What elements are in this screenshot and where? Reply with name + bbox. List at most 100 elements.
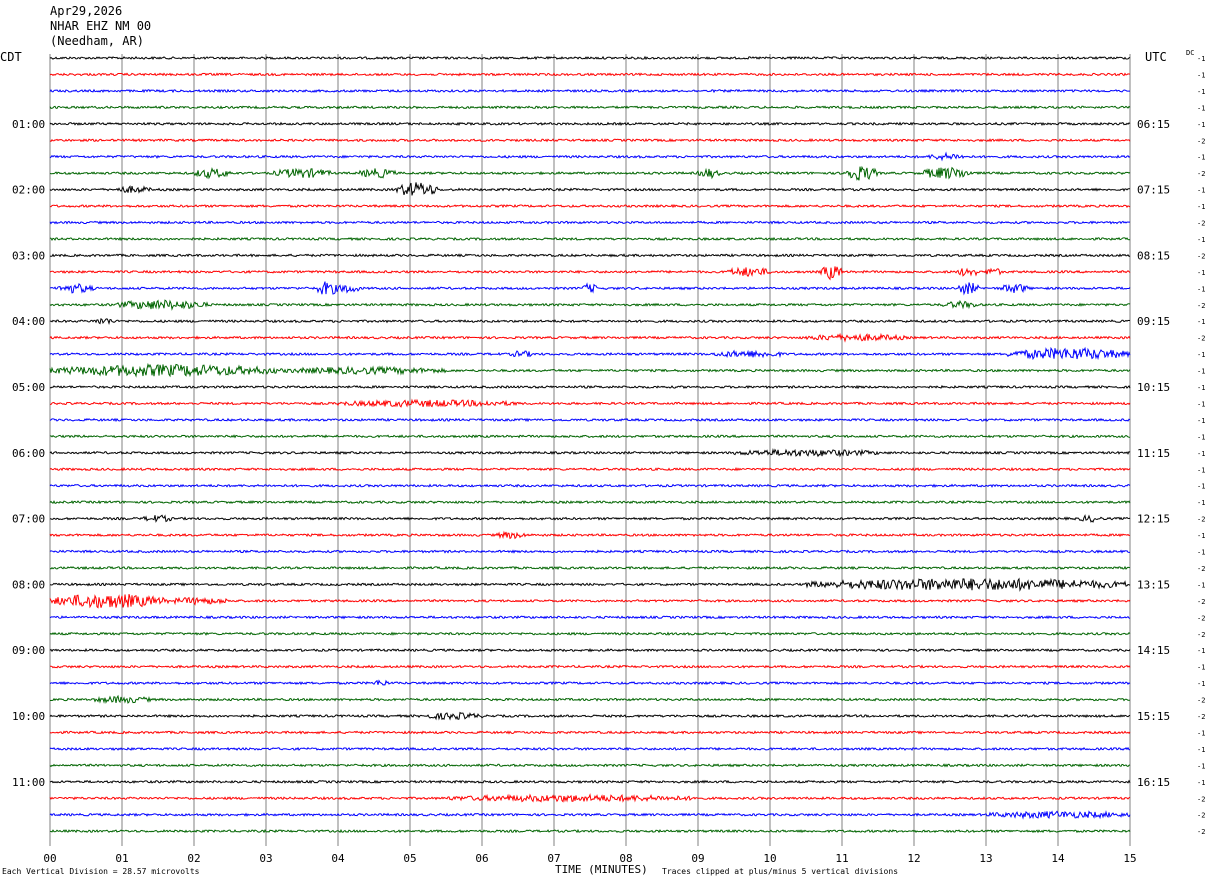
x-tick-label: 15 xyxy=(1123,852,1136,865)
dc-offset-label: -1 xyxy=(1197,269,1205,277)
scale-note: Each Vertical Division = 28.57 microvolt… xyxy=(2,867,200,876)
x-tick-label: 10 xyxy=(763,852,776,865)
dc-offset-label: -2 xyxy=(1197,220,1205,228)
trace-row-39 xyxy=(49,694,1131,704)
left-hour-label: 04:00 xyxy=(12,315,45,328)
trace-row-33 xyxy=(49,594,1131,609)
trace-row-40 xyxy=(49,711,1131,721)
dc-offset-label: -1 xyxy=(1197,581,1205,589)
left-hour-label: 06:00 xyxy=(12,447,45,460)
dc-offset-label: -2 xyxy=(1197,631,1205,639)
trace-row-21 xyxy=(49,398,1131,408)
left-hour-label: 08:00 xyxy=(12,578,45,591)
trace-row-36 xyxy=(49,647,1131,653)
right-hour-label: 08:15 xyxy=(1137,249,1170,262)
trace-row-1 xyxy=(49,72,1131,77)
dc-offset-label: -1 xyxy=(1197,483,1205,491)
right-hour-label: 09:15 xyxy=(1137,315,1170,328)
left-hour-label: 09:00 xyxy=(12,644,45,657)
right-hour-label: 14:15 xyxy=(1137,644,1170,657)
dc-offset-label: -1 xyxy=(1197,762,1205,770)
dc-offset-label: -1 xyxy=(1197,450,1205,458)
trace-row-8 xyxy=(49,182,1130,196)
left-hour-label: 03:00 xyxy=(12,249,45,262)
dc-offset-label: -1 xyxy=(1197,318,1205,326)
trace-row-10 xyxy=(49,220,1131,225)
dc-offset-label: -2 xyxy=(1197,516,1205,524)
dc-offset-label: -2 xyxy=(1197,137,1205,145)
dc-offset-label: -1 xyxy=(1197,121,1205,129)
dc-offset-label: -1 xyxy=(1197,384,1205,392)
dc-offset-label: -2 xyxy=(1197,565,1205,573)
dc-offset-labels: -1 -1 -1 -1 -1 -2 -1 -2 -1 -1 -2 -1 -2 -1 -1 -2 -1 -2 -1 -1… xyxy=(1197,55,1205,836)
dc-offset-label: -2 xyxy=(1197,697,1205,705)
dc-offset-label: -2 xyxy=(1197,713,1205,721)
trace-row-15 xyxy=(49,299,1131,311)
right-hour-label: 07:15 xyxy=(1137,184,1170,197)
right-hour-label: 16:15 xyxy=(1137,776,1170,789)
left-hour-label: 01:00 xyxy=(12,118,45,131)
trace-row-18 xyxy=(49,346,1131,361)
minute-gridlines xyxy=(49,54,1131,846)
trace-row-41 xyxy=(49,730,1131,735)
trace-row-27 xyxy=(49,499,1131,505)
trace-row-24 xyxy=(49,447,1131,458)
dc-offset-label: -1 xyxy=(1197,433,1205,441)
right-hour-label: 13:15 xyxy=(1137,578,1170,591)
dc-offset-label: -1 xyxy=(1197,104,1205,112)
x-tick-label: 01 xyxy=(115,852,128,865)
dc-offset-label: -2 xyxy=(1197,812,1205,820)
trace-row-17 xyxy=(49,332,1131,343)
dc-offset-label: -1 xyxy=(1197,499,1205,507)
trace-row-44 xyxy=(49,779,1131,784)
left-hour-label: 10:00 xyxy=(12,710,45,723)
trace-row-46 xyxy=(49,810,1131,820)
dc-offset-label: -2 xyxy=(1197,598,1205,606)
dc-offset-label: -1 xyxy=(1197,55,1205,63)
x-tick-label: 11 xyxy=(835,852,848,865)
dc-header-label: DC xyxy=(1186,49,1195,57)
dc-offset-label: -1 xyxy=(1197,466,1205,474)
dc-offset-label: -1 xyxy=(1197,532,1205,540)
left-hour-label: 07:00 xyxy=(12,513,45,526)
dc-offset-label: -1 xyxy=(1197,351,1205,359)
dc-offset-label: -1 xyxy=(1197,285,1205,293)
trace-row-26 xyxy=(49,483,1131,488)
x-tick-label: 05 xyxy=(403,852,416,865)
right-hour-label: 10:15 xyxy=(1137,381,1170,394)
x-tick-label: 12 xyxy=(907,852,920,865)
trace-row-35 xyxy=(49,631,1131,636)
dc-offset-label: -1 xyxy=(1197,664,1205,672)
left-hour-label: 05:00 xyxy=(12,381,45,394)
dc-offset-label: -2 xyxy=(1197,302,1205,310)
dc-offset-label: -1 xyxy=(1197,71,1205,79)
trace-row-47 xyxy=(49,828,1131,834)
trace-row-9 xyxy=(49,203,1131,209)
x-tick-label: 13 xyxy=(979,852,992,865)
trace-row-25 xyxy=(49,467,1131,472)
trace-rows xyxy=(49,55,1131,834)
trace-row-42 xyxy=(49,746,1131,751)
left-timezone-label: CDT xyxy=(0,50,22,64)
dc-offset-label: -1 xyxy=(1197,236,1205,244)
trace-row-2 xyxy=(49,88,1130,94)
helicorder-plot: 00 01 02 03 04 05 06 07 08 09 10 11 12 13 14 15 01:0002… xyxy=(12,54,1205,865)
dc-offset-label: -1 xyxy=(1197,417,1205,425)
trace-row-7 xyxy=(49,165,1131,181)
right-hour-labels: 06:15 07:15 08:15 09:15 10:15 11:15 12:15 13:15… xyxy=(1137,118,1170,789)
dc-offset-label: -1 xyxy=(1197,549,1205,557)
trace-row-43 xyxy=(49,763,1131,768)
trace-row-28 xyxy=(49,514,1131,523)
trace-row-32 xyxy=(49,577,1131,592)
x-tick-label: 04 xyxy=(331,852,345,865)
trace-row-20 xyxy=(49,384,1131,390)
dc-offset-label: -1 xyxy=(1197,368,1205,376)
dc-offset-label: -1 xyxy=(1197,729,1205,737)
right-hour-label: 12:15 xyxy=(1137,513,1170,526)
dc-offset-label: -1 xyxy=(1197,779,1205,787)
trace-row-30 xyxy=(49,549,1130,554)
date-label: Apr29,2026 xyxy=(50,4,123,18)
trace-row-23 xyxy=(49,434,1131,439)
x-axis-title: TIME (MINUTES) xyxy=(555,863,648,876)
trace-row-16 xyxy=(49,317,1131,326)
